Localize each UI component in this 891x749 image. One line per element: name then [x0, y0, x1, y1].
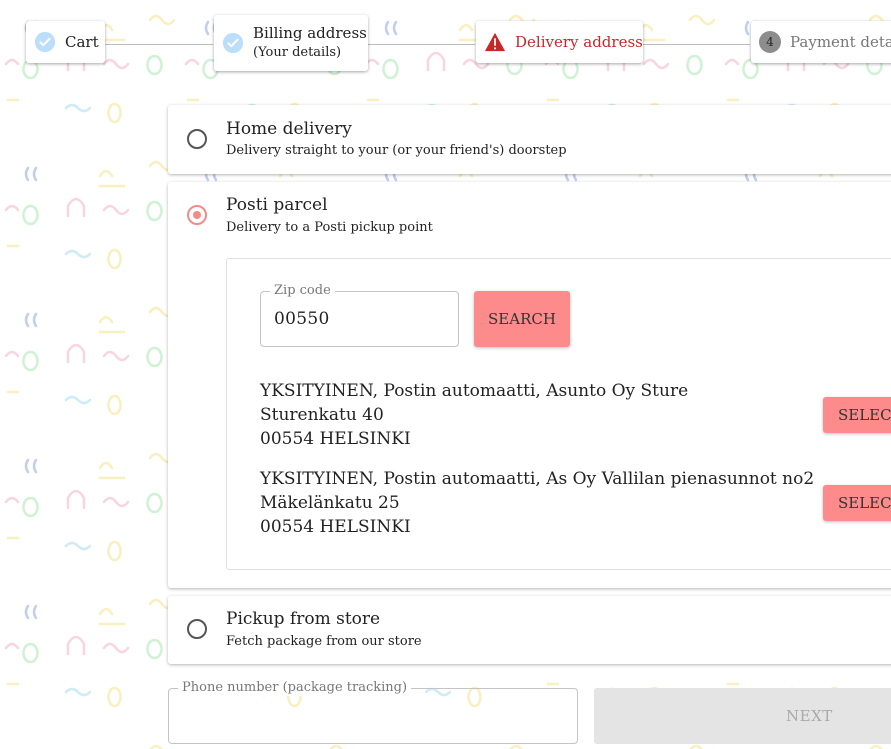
step-number: 4 [759, 31, 781, 53]
step-payment-details[interactable]: 4 Payment details [751, 21, 891, 63]
zip-code-field[interactable]: Zip code 00550 [260, 283, 459, 347]
step-label: Billing address [253, 24, 367, 42]
check-circle-icon [34, 31, 56, 53]
pickup-point-city: 00554 HELSINKI [260, 517, 411, 537]
pickup-point-street: Sturenkatu 40 [260, 405, 384, 425]
zip-code-input[interactable]: 00550 [274, 309, 330, 329]
step-billing-address[interactable]: Billing address (Your details) [214, 15, 368, 71]
step-number-badge: 4 [759, 31, 781, 53]
option-title: Pickup from store [226, 609, 381, 629]
option-subtitle: Delivery straight to your (or your frien… [226, 143, 567, 158]
check-circle-icon [222, 32, 244, 54]
option-subtitle: Fetch package from our store [226, 634, 422, 649]
delivery-option-posti[interactable]: Posti parcel Delivery to a Posti pickup … [168, 182, 891, 588]
option-title: Home delivery [226, 119, 352, 139]
pickup-point-street: Mäkelänkatu 25 [260, 493, 400, 513]
pickup-point-name: YKSITYINEN, Postin automaatti, As Oy Val… [260, 469, 815, 489]
stepper-connector [105, 44, 213, 45]
warning-icon [484, 31, 506, 53]
pickup-point-city: 00554 HELSINKI [260, 429, 411, 449]
option-title: Posti parcel [226, 195, 328, 215]
delivery-option-store[interactable]: Pickup from store Fetch package from our… [168, 596, 891, 664]
pickup-point-search: Zip code 00550 SEARCH YKSITYINEN, Postin… [226, 258, 891, 570]
step-label: Delivery address [515, 33, 643, 51]
pickup-point-name: YKSITYINEN, Postin automaatti, Asunto Oy… [260, 381, 689, 401]
checkout-stepper: Cart Billing address (Your details) Deli… [0, 0, 891, 90]
step-label: Cart [65, 33, 99, 51]
step-sublabel: (Your details) [253, 45, 342, 60]
phone-number-field[interactable]: Phone number (package tracking) [168, 680, 578, 744]
pickup-point: YKSITYINEN, Postin automaatti, As Oy Val… [260, 467, 814, 539]
radio-pickup-from-store[interactable] [187, 619, 207, 639]
radio-posti-parcel[interactable] [187, 205, 207, 225]
step-delivery-address[interactable]: Delivery address [476, 21, 643, 63]
step-cart[interactable]: Cart [26, 21, 105, 63]
step-text: Billing address (Your details) [253, 24, 367, 62]
radio-home-delivery[interactable] [187, 129, 207, 149]
zip-code-label: Zip code [270, 283, 335, 299]
next-button[interactable]: NEXT [594, 688, 891, 744]
stepper-connector [643, 44, 750, 45]
select-pickup-point-button[interactable]: SELECT [823, 485, 891, 521]
option-subtitle: Delivery to a Posti pickup point [226, 220, 433, 235]
pickup-point: YKSITYINEN, Postin automaatti, Asunto Oy… [260, 379, 688, 451]
stepper-connector [368, 44, 475, 45]
phone-number-label: Phone number (package tracking) [178, 680, 412, 696]
delivery-option-home[interactable]: Home delivery Delivery straight to your … [168, 105, 891, 174]
select-pickup-point-button[interactable]: SELECT [823, 397, 891, 433]
step-label: Payment details [790, 33, 891, 51]
search-button[interactable]: SEARCH [474, 291, 570, 347]
